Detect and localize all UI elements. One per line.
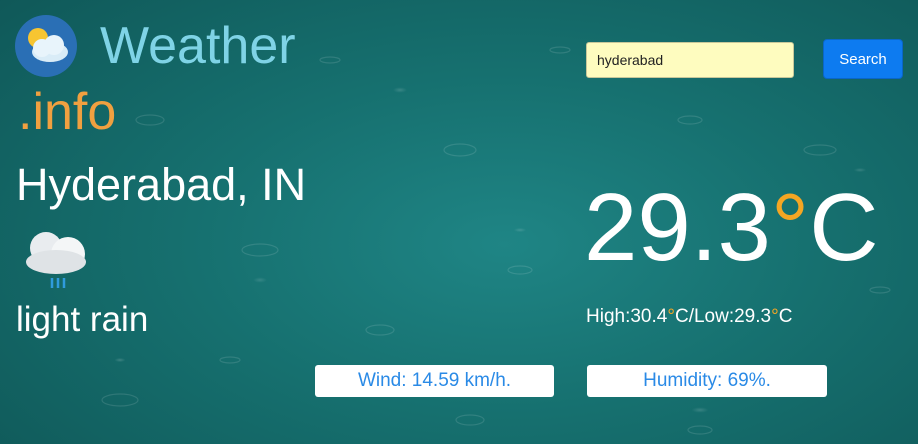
high-degree-symbol: ° [667, 306, 675, 327]
temperature-unit: C [809, 174, 879, 281]
brand-word: Weather [100, 17, 296, 75]
brand-suffix: .info [18, 83, 117, 141]
low-unit: C [778, 306, 793, 327]
high-value: 30.4 [630, 306, 668, 327]
high-label: High: [586, 306, 631, 327]
temperature-value: 29.3 [584, 174, 771, 281]
high-unit: C [674, 306, 689, 327]
temperature-range: High:30.4°C/Low:29.3°C [586, 305, 792, 329]
rain-cloud-icon [26, 232, 86, 288]
temperature-degree-symbol: ° [770, 174, 810, 281]
humidity-badge: Humidity: 69%. [587, 365, 827, 397]
low-value: 29.3 [734, 306, 772, 327]
search-input[interactable] [586, 42, 794, 78]
low-label: /Low: [688, 306, 735, 327]
location-title: Hyderabad, IN [16, 159, 307, 210]
weather-description: light rain [16, 300, 149, 339]
wind-badge: Wind: 14.59 km/h. [315, 365, 554, 397]
low-degree-symbol: ° [771, 306, 779, 327]
search-button[interactable]: Search [823, 39, 903, 79]
current-temperature: 29.3°C [584, 176, 879, 280]
sun-cloud-icon [15, 15, 77, 77]
